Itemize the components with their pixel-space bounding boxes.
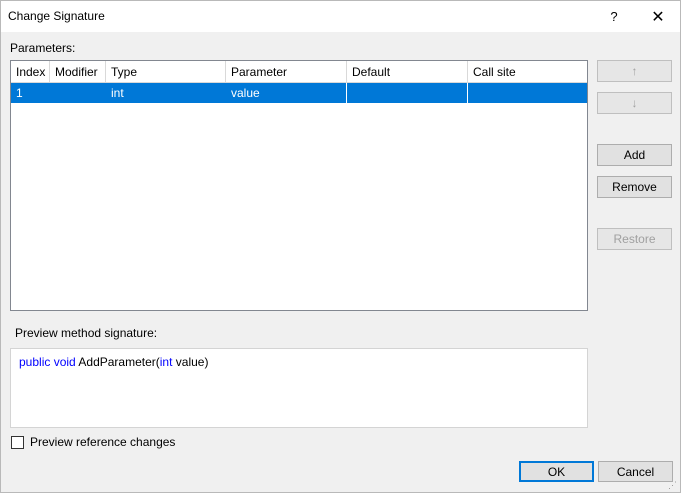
column-header-default[interactable]: Default xyxy=(347,61,468,82)
keyword-token: public xyxy=(19,355,51,369)
parameters-grid[interactable]: Index Modifier Type Parameter Default Ca… xyxy=(10,60,588,311)
move-up-button[interactable]: ↑ xyxy=(597,60,672,82)
title-bar: Change Signature ? ✕ xyxy=(1,1,680,32)
preview-signature-box: public void AddParameter(int value) xyxy=(10,348,588,428)
preview-reference-changes-label: Preview reference changes xyxy=(30,435,176,449)
dialog-title: Change Signature xyxy=(8,9,105,23)
preview-label: Preview method signature: xyxy=(15,326,158,340)
parameters-label: Parameters: xyxy=(10,41,76,55)
preview-signature-code: public void AddParameter(int value) xyxy=(19,355,208,369)
code-token: AddParameter( xyxy=(75,355,160,369)
move-down-button[interactable]: ↓ xyxy=(597,92,672,114)
close-button[interactable]: ✕ xyxy=(636,1,680,32)
cell-default xyxy=(347,83,468,103)
cell-call-site xyxy=(468,83,587,103)
column-header-modifier[interactable]: Modifier xyxy=(50,61,106,82)
keyword-token: int xyxy=(159,355,173,369)
preview-reference-changes-checkbox[interactable] xyxy=(11,435,24,449)
code-token: value) xyxy=(172,355,209,369)
column-header-parameter[interactable]: Parameter xyxy=(226,61,347,82)
table-row[interactable]: 1 int value xyxy=(11,83,587,103)
ok-button[interactable]: OK xyxy=(519,461,594,482)
cell-type: int xyxy=(111,86,124,100)
keyword-token: void xyxy=(53,355,76,369)
add-button[interactable]: Add xyxy=(597,144,672,166)
remove-button[interactable]: Remove xyxy=(597,176,672,198)
preview-reference-changes-option[interactable]: Preview reference changes xyxy=(11,434,175,450)
cell-index: 1 xyxy=(16,86,23,100)
grid-header: Index Modifier Type Parameter Default Ca… xyxy=(11,61,587,83)
column-header-call-site[interactable]: Call site xyxy=(468,61,587,82)
arrow-down-icon: ↓ xyxy=(631,96,638,110)
arrow-up-icon: ↑ xyxy=(631,64,638,78)
column-header-index[interactable]: Index xyxy=(11,61,50,82)
cell-modifier xyxy=(50,83,106,103)
cancel-button[interactable]: Cancel xyxy=(598,461,673,482)
restore-button[interactable]: Restore xyxy=(597,228,672,250)
cell-parameter: value xyxy=(226,83,347,103)
resize-grip-icon[interactable]: ⋰ xyxy=(668,480,678,490)
change-signature-dialog: Change Signature ? ✕ Parameters: Index M… xyxy=(0,0,681,493)
help-button[interactable]: ? xyxy=(592,1,636,32)
column-header-type[interactable]: Type xyxy=(106,61,226,82)
